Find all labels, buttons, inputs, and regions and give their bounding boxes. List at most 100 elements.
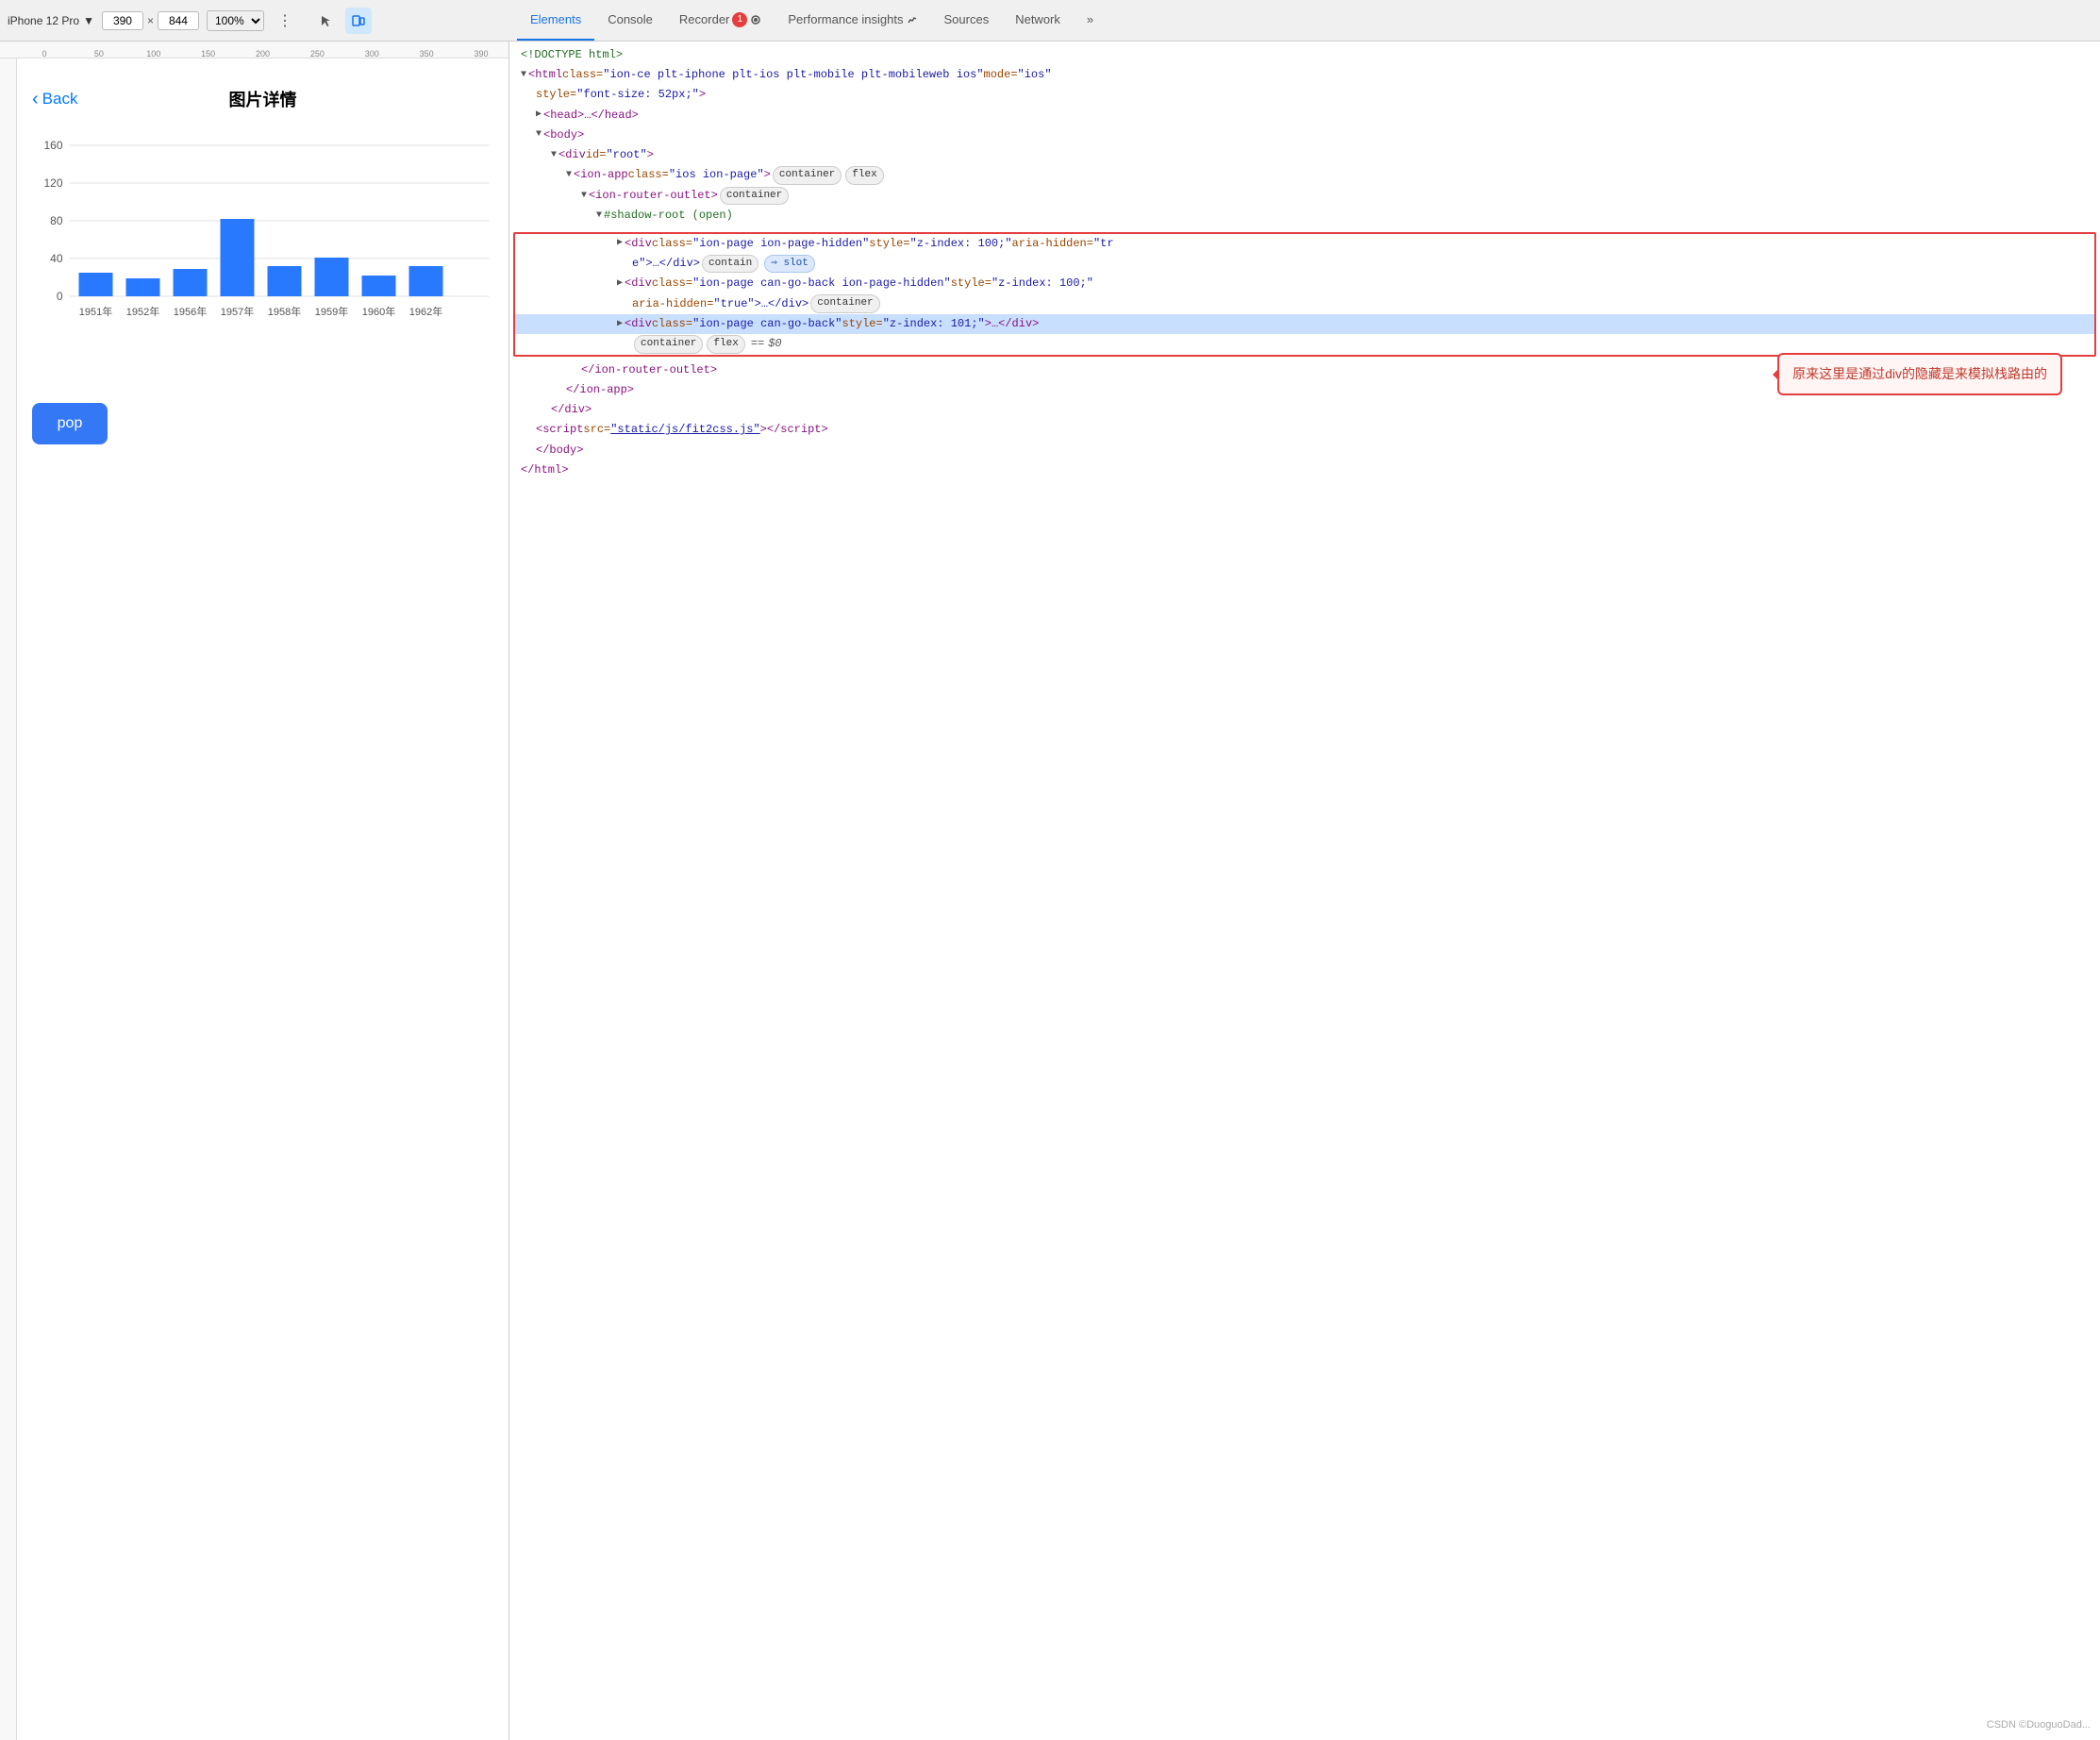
device-name-label: iPhone 12 Pro [8,14,79,27]
x-label-1962: 1962年 [409,305,442,318]
shadow-root-line[interactable]: ▼ #shadow-root (open) [509,206,2100,226]
recorder-icon [750,14,761,25]
more-options-icon[interactable]: ⋮ [272,11,298,30]
tab-console[interactable]: Console [594,0,666,41]
device-dropdown-icon[interactable]: ▼ [83,14,94,27]
pill-container2[interactable]: container [720,187,789,206]
root-expand-arrow[interactable]: ▼ [551,148,557,163]
active-expand-arrow[interactable]: ▶ [617,317,623,332]
height-input[interactable] [158,11,199,30]
router-outlet-expand-arrow[interactable]: ▼ [581,189,587,204]
y-label-80: 80 [50,214,63,227]
hidden2-expand-arrow[interactable]: ▶ [617,276,623,292]
dollar-zero: $0 [768,335,781,353]
mobile-page-header: ‹ Back 图片详情 [32,77,493,126]
div-hidden2-cont-line[interactable]: aria-hidden="true">…</div> container [515,293,2094,314]
div-hidden1-cont-line[interactable]: e">…</div> contain ⇒ slot [515,254,2094,275]
shadow-root-arrow[interactable]: ▼ [596,209,602,224]
annotation-bubble: 原来这里是通过div的隐藏是来模拟栈路由的 [1777,353,2062,395]
page-title: 图片详情 [229,87,297,111]
width-input[interactable] [102,11,143,30]
pill-container4[interactable]: container [810,294,879,313]
x-label-1956: 1956年 [174,305,207,318]
toolbar-icons [306,8,379,34]
bar-1962 [409,266,443,296]
devtools-panel: <!DOCTYPE html> ▼ <html class="ion-ce pl… [509,42,2100,1740]
x-label-1959: 1959年 [315,305,348,318]
close-div-root-line[interactable]: </div> [509,400,2100,420]
performance-icon [907,14,918,25]
tab-recorder[interactable]: Recorder 1 [666,0,775,41]
device-selector[interactable]: iPhone 12 Pro ▼ [8,14,94,27]
pop-button[interactable]: pop [32,403,108,444]
div-active-pills-line[interactable]: container flex == $0 [515,334,2094,355]
tab-sources[interactable]: Sources [931,0,1003,41]
ion-app-expand-arrow[interactable]: ▼ [566,168,572,183]
head-line[interactable]: ▶ <head>…</head> [509,106,2100,125]
dimension-box: × [102,11,199,30]
mobile-preview-panel: 0 50 100 150 200 250 300 350 390 ‹ Back [0,42,509,1740]
html-open-line[interactable]: ▼ <html class="ion-ce plt-iphone plt-ios… [509,65,2100,85]
chart-area: 160 120 80 40 0 [32,126,493,384]
body-expand-arrow[interactable]: ▼ [536,127,542,142]
x-label-1957: 1957年 [221,305,254,318]
tab-network[interactable]: Network [1002,0,1074,41]
div-hidden2-line[interactable]: ▶ <div class="ion-page can-go-back ion-p… [515,274,2094,293]
cursor-icon[interactable] [313,8,340,34]
pill-slot[interactable]: ⇒ slot [764,255,815,274]
device-toggle-icon[interactable] [345,8,372,34]
horizontal-ruler: 0 50 100 150 200 250 300 350 390 [0,42,508,59]
vertical-ruler [0,59,17,1740]
doctype-line[interactable]: <!DOCTYPE html> [509,45,2100,65]
x-label-1951: 1951年 [79,305,112,318]
hidden1-expand-arrow[interactable]: ▶ [617,236,623,251]
device-controls: iPhone 12 Pro ▼ × 100% ⋮ [8,8,517,34]
div-active-line[interactable]: ▶ <div class="ion-page can-go-back" styl… [515,314,2094,334]
div-hidden1-line[interactable]: ▶ <div class="ion-page ion-page-hidden" … [515,234,2094,254]
html-style-line[interactable]: style="font-size: 52px;"> [509,85,2100,105]
y-label-40: 40 [50,252,63,265]
x-label-1960: 1960年 [362,305,395,318]
close-html-line[interactable]: </html> [509,460,2100,480]
back-button[interactable]: ‹ Back [32,89,77,110]
script-src[interactable]: "static/js/fit2css.js" [610,421,759,439]
tab-more[interactable]: » [1074,0,1107,41]
main-split: 0 50 100 150 200 250 300 350 390 ‹ Back [0,42,2100,1740]
bar-1957 [221,219,255,296]
div-root-line[interactable]: ▼ <div id="root"> [509,145,2100,165]
mobile-content: ‹ Back 图片详情 160 120 80 40 0 [17,59,508,1740]
pill-flex[interactable]: flex [845,166,883,185]
ion-router-outlet-line[interactable]: ▼ <ion-router-outlet> container [509,186,2100,207]
doctype-text: <!DOCTYPE html> [521,46,623,64]
pill-flex2[interactable]: flex [707,335,744,354]
bar-1956 [174,269,208,296]
y-label-120: 120 [43,176,62,190]
bar-chart: 160 120 80 40 0 [32,136,493,362]
devtools-tabs: Elements Console Recorder 1 Performance … [517,0,2092,41]
topbar: iPhone 12 Pro ▼ × 100% ⋮ [0,0,2100,42]
x-label-1958: 1958年 [268,305,301,318]
body-open-line[interactable]: ▼ <body> [509,125,2100,145]
ion-app-line[interactable]: ▼ <ion-app class="ios ion-page"> contain… [509,165,2100,186]
watermark: CSDN ©DuoguoDad... [1987,1717,2091,1734]
pill-container5[interactable]: container [634,335,703,354]
tab-elements[interactable]: Elements [517,0,594,41]
bar-1960 [362,276,396,296]
head-expand-arrow[interactable]: ▶ [536,108,542,123]
pill-container[interactable]: container [773,166,842,185]
highlight-box: ▶ <div class="ion-page ion-page-hidden" … [513,232,2096,357]
bar-1951 [79,273,113,296]
close-body-line[interactable]: </body> [509,441,2100,460]
bar-1959 [315,258,349,296]
recorder-badge: 1 [732,12,747,27]
shadow-root-text: #shadow-root (open) [604,207,733,225]
ruler-v-container: ‹ Back 图片详情 160 120 80 40 0 [0,59,508,1740]
zoom-select[interactable]: 100% [207,10,264,31]
tab-performance-insights[interactable]: Performance insights [775,0,930,41]
annotation-text: 原来这里是通过div的隐藏是来模拟栈路由的 [1792,366,2047,381]
pill-container3[interactable]: contain [702,255,758,274]
html-expand-arrow[interactable]: ▼ [521,68,526,83]
dimension-separator: × [147,14,154,27]
chevron-left-icon: ‹ [32,89,39,110]
script-line[interactable]: <script src="static/js/fit2css.js"></scr… [509,420,2100,440]
